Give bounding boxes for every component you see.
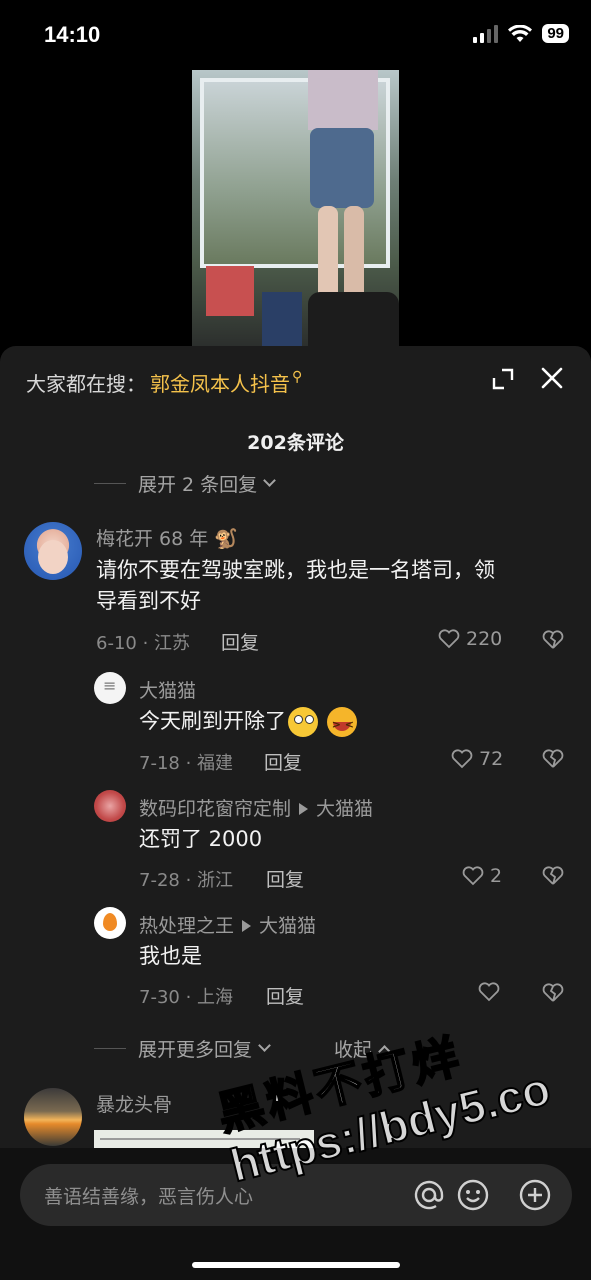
reply-button[interactable]: 回复: [266, 982, 304, 1009]
reply-to-name[interactable]: 大猫猫: [316, 798, 373, 820]
wifi-icon: [508, 24, 533, 42]
status-time: 14:10: [44, 22, 101, 47]
heart-icon: [478, 982, 500, 1002]
reply-arrow-icon: [299, 803, 309, 815]
comment-text-line: 请你不要在驾驶室跳，我也是一名塔司，领: [96, 558, 495, 582]
comment-input-bar: 善语结善缘，恶言伤人心: [0, 1148, 591, 1280]
eye-roll-emoji-icon: [288, 707, 318, 737]
chevron-up-icon: [378, 1045, 391, 1058]
video-figure-shirt: [308, 70, 378, 130]
like-button[interactable]: 2: [462, 865, 502, 887]
emoji-icon[interactable]: [456, 1178, 490, 1212]
comment-text: 我也是: [139, 944, 202, 968]
like-button[interactable]: [478, 982, 506, 1002]
collapse-replies[interactable]: 收起: [334, 1035, 391, 1062]
comment-count: 202条评论: [247, 432, 344, 454]
commenter-name[interactable]: 梅花开 68 年 🐒: [96, 524, 238, 551]
avatar[interactable]: [24, 522, 82, 580]
broken-heart-icon[interactable]: [542, 983, 564, 1003]
avatar[interactable]: [24, 1088, 82, 1146]
heart-icon: [438, 629, 460, 649]
heart-icon: [462, 866, 484, 886]
status-icons: 99: [473, 24, 569, 43]
comment-meta: 7-28 · 浙江: [139, 870, 234, 891]
chevron-down-icon: [263, 474, 277, 487]
video-figure-shorts: [310, 128, 374, 208]
reply-arrow-icon: [242, 920, 252, 932]
close-icon[interactable]: [540, 366, 564, 390]
broken-heart-icon[interactable]: [542, 630, 564, 650]
expand-replies-top[interactable]: 展开 2 条回复: [94, 470, 277, 497]
trending-search-prefix: 大家都在搜：: [26, 372, 146, 396]
add-icon[interactable]: [518, 1178, 552, 1212]
commenter-name[interactable]: 数码印花窗帘定制: [139, 798, 291, 820]
comment-input[interactable]: 善语结善缘，恶言伤人心: [20, 1164, 572, 1226]
comment-meta: 6-10 · 江苏: [96, 633, 191, 654]
collapse-label: 收起: [334, 1039, 373, 1061]
divider-line: [94, 483, 126, 484]
reply-button[interactable]: 回复: [266, 865, 304, 892]
expand-more-replies[interactable]: 展开更多回复: [94, 1035, 271, 1062]
broken-heart-icon[interactable]: [542, 866, 564, 886]
comment-text: 还罚了 2000: [139, 827, 263, 851]
comment-text-content: 今天刷到开除了: [139, 709, 286, 733]
commenter-name[interactable]: 暴龙头骨: [96, 1090, 172, 1117]
expand-replies-label: 展开 2 条回复: [138, 474, 258, 496]
reply-to-name[interactable]: 大猫猫: [259, 915, 316, 937]
like-count: 72: [479, 748, 504, 770]
reply-button[interactable]: 回复: [221, 628, 259, 655]
broken-heart-icon[interactable]: [542, 749, 564, 769]
reply-header: 热处理之王 大猫猫: [139, 911, 316, 938]
comment-text-line: 导看到不好: [96, 589, 201, 613]
avatar[interactable]: [94, 790, 126, 822]
heart-icon: [451, 749, 473, 769]
mention-icon[interactable]: [412, 1178, 446, 1212]
like-button[interactable]: 220: [438, 628, 502, 650]
home-indicator[interactable]: [192, 1262, 400, 1268]
like-count: 2: [490, 865, 503, 887]
comment-text: 今天刷到开除了: [139, 706, 357, 740]
trending-search-bar[interactable]: 大家都在搜： 郭金凤本人抖音 ⚲: [26, 368, 302, 397]
video-seat: [308, 292, 399, 346]
avatar[interactable]: [94, 672, 126, 704]
comment-meta: 7-18 · 福建: [139, 753, 234, 774]
comment-input-placeholder: 善语结善缘，恶言伤人心: [44, 1186, 254, 1208]
laughing-emoji-icon: [326, 707, 357, 740]
avatar[interactable]: [94, 907, 126, 939]
status-bar: 14:10 99: [0, 0, 591, 70]
expand-more-label: 展开更多回复: [138, 1039, 253, 1061]
like-count: 220: [466, 628, 503, 650]
comment-meta: 7-30 · 上海: [139, 987, 234, 1008]
cellular-signal-icon: [473, 24, 499, 43]
commenter-name[interactable]: 大猫猫: [139, 676, 196, 703]
comment-text: 请你不要在驾驶室跳，我也是一名塔司，领 导看到不好: [96, 555, 566, 617]
like-button[interactable]: 72: [451, 748, 503, 770]
chevron-down-icon: [258, 1039, 271, 1052]
trending-search-term[interactable]: 郭金凤本人抖音: [150, 368, 290, 397]
battery-indicator: 99: [542, 24, 569, 43]
reply-header: 数码印花窗帘定制 大猫猫: [139, 794, 373, 821]
reply-button[interactable]: 回复: [264, 748, 302, 775]
video-preview[interactable]: [192, 70, 399, 346]
video-control-panel: [262, 292, 302, 346]
commenter-name[interactable]: 热处理之王: [139, 915, 234, 937]
divider-line: [94, 1048, 126, 1049]
comments-sheet: 大家都在搜： 郭金凤本人抖音 ⚲ 202条评论 展开 2 条回复 梅花开 68 …: [0, 346, 591, 1280]
search-icon: ⚲: [292, 368, 303, 385]
video-red-box: [206, 266, 254, 316]
expand-icon[interactable]: [492, 368, 514, 390]
